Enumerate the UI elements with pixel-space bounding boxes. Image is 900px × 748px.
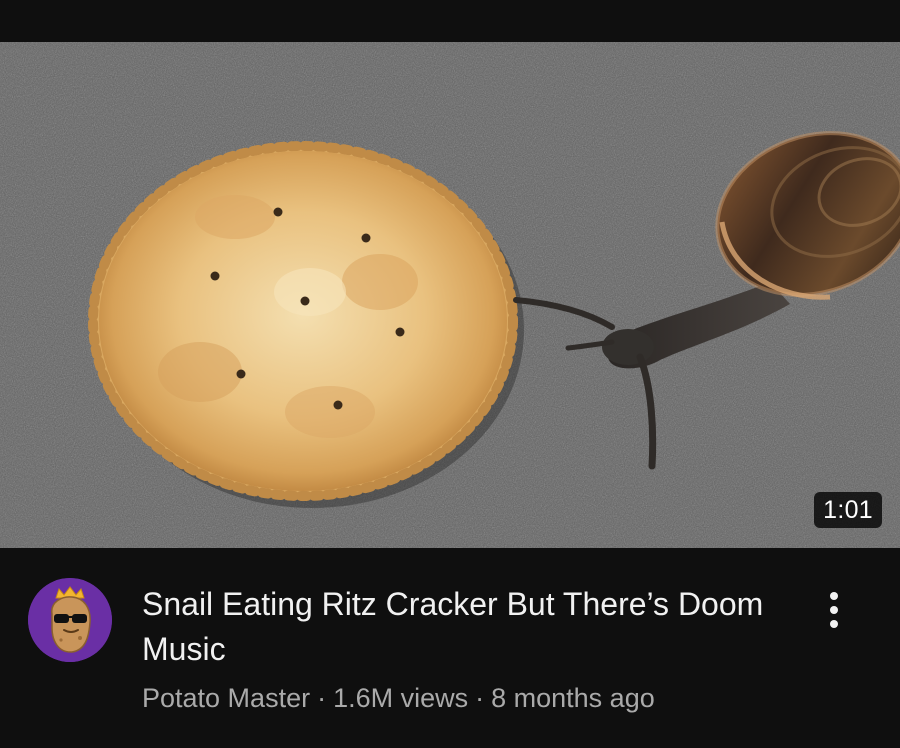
thumbnail-image [0, 42, 900, 548]
top-strip [0, 0, 900, 42]
meta-separator: · [475, 683, 485, 713]
channel-name[interactable]: Potato Master [142, 683, 310, 713]
potato-avatar-icon [28, 578, 112, 662]
three-dots-vertical-icon [830, 592, 838, 628]
more-options-button[interactable] [808, 584, 860, 636]
video-details[interactable]: Snail Eating Ritz Cracker But There’s Do… [0, 548, 900, 748]
channel-avatar[interactable] [28, 578, 112, 662]
upload-age: 8 months ago [491, 683, 655, 713]
duration-badge: 1:01 [814, 492, 882, 528]
view-count: 1.6M views [333, 683, 469, 713]
video-thumbnail[interactable]: 1:01 [0, 42, 900, 548]
video-title[interactable]: Snail Eating Ritz Cracker But There’s Do… [142, 582, 782, 672]
video-meta: Potato Master · 1.6M views · 8 months ago [142, 680, 655, 716]
cracker [88, 141, 518, 501]
meta-separator: · [317, 683, 327, 713]
